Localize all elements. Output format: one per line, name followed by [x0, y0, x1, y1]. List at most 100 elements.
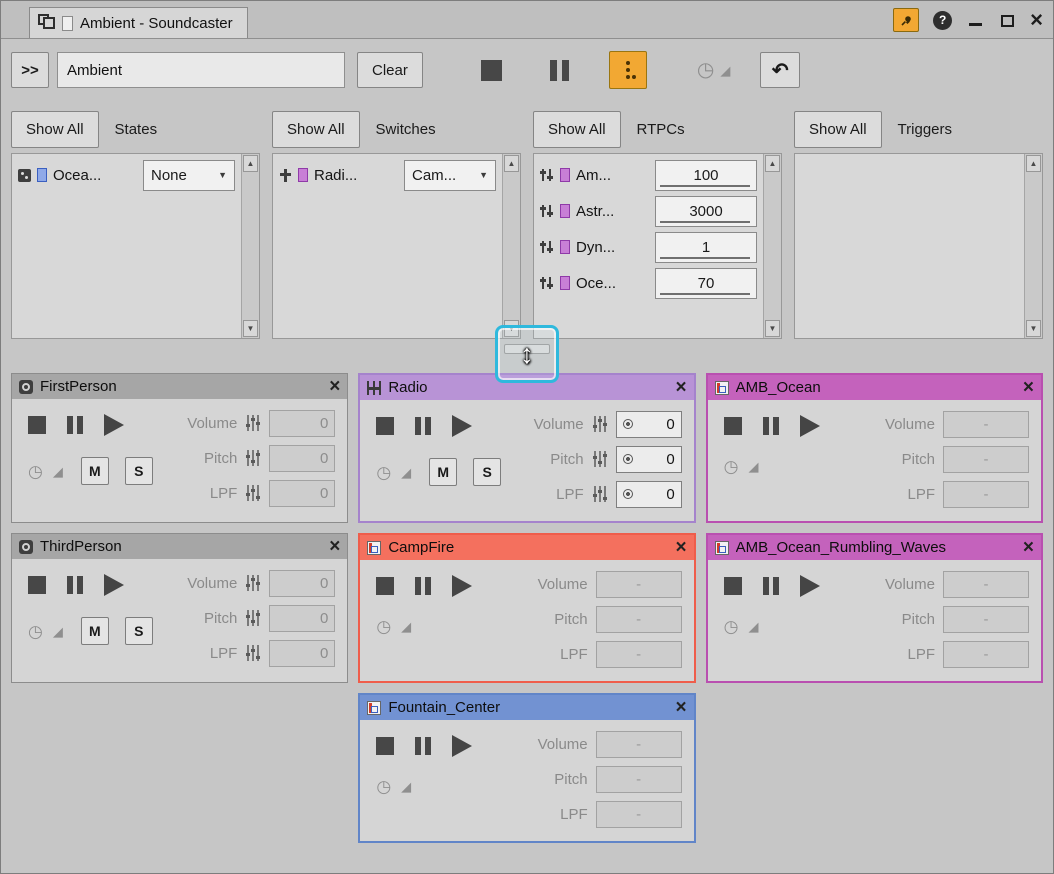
- scroll-up-button[interactable]: ▲: [765, 155, 780, 172]
- maximize-button[interactable]: [998, 11, 1016, 29]
- param-value-box[interactable]: -: [943, 446, 1029, 473]
- scroll-up-button[interactable]: ▲: [243, 155, 258, 172]
- param-value-box[interactable]: 0: [269, 445, 335, 472]
- play-button[interactable]: [800, 575, 820, 597]
- param-value-box[interactable]: 0: [269, 605, 335, 632]
- fader-icon[interactable]: [592, 414, 608, 434]
- param-value-box[interactable]: -: [596, 801, 682, 828]
- states-scrollbar[interactable]: ▲ ▼: [241, 154, 259, 338]
- fader-icon[interactable]: [245, 448, 261, 468]
- play-button[interactable]: [452, 735, 472, 757]
- param-value-box[interactable]: 0: [616, 411, 682, 438]
- module-header[interactable]: AMB_Ocean ×: [708, 375, 1041, 400]
- stop-button[interactable]: [28, 416, 46, 434]
- param-value-box[interactable]: 0: [616, 481, 682, 508]
- pause-button[interactable]: [67, 576, 83, 594]
- play-button[interactable]: [104, 574, 124, 596]
- play-button[interactable]: [452, 575, 472, 597]
- param-value-box[interactable]: -: [596, 766, 682, 793]
- module-header[interactable]: AMB_Ocean_Rumbling_Waves ×: [708, 535, 1041, 560]
- stop-button[interactable]: [724, 577, 742, 595]
- rtpc-value-slider[interactable]: 3000: [655, 196, 757, 227]
- scroll-down-button[interactable]: ▼: [1026, 320, 1041, 337]
- rtpcs-show-all-button[interactable]: Show All: [533, 111, 621, 148]
- fader-icon[interactable]: [245, 608, 261, 628]
- minimize-button[interactable]: [966, 11, 984, 29]
- fader-icon[interactable]: [245, 643, 261, 663]
- module-header[interactable]: Fountain_Center ×: [360, 695, 693, 720]
- solo-button[interactable]: S: [473, 458, 501, 486]
- state-value-dropdown[interactable]: None ▼: [143, 160, 235, 191]
- clear-button[interactable]: Clear: [357, 52, 423, 88]
- switch-value-dropdown[interactable]: Cam... ▼: [404, 160, 496, 191]
- help-button[interactable]: ?: [933, 11, 952, 30]
- param-value-box[interactable]: 0: [269, 640, 335, 667]
- fader-icon[interactable]: [592, 484, 608, 504]
- fader-icon[interactable]: [245, 573, 261, 593]
- horizontal-splitter[interactable]: ↕: [1, 341, 1053, 367]
- param-value-box[interactable]: -: [943, 606, 1029, 633]
- param-value-box[interactable]: -: [943, 571, 1029, 598]
- stop-button[interactable]: [376, 577, 394, 595]
- mute-button[interactable]: M: [81, 617, 109, 645]
- play-button[interactable]: [104, 414, 124, 436]
- close-module-button[interactable]: ×: [676, 698, 687, 717]
- states-show-all-button[interactable]: Show All: [11, 111, 99, 148]
- options-toggle-button[interactable]: [609, 51, 647, 89]
- pause-button[interactable]: [415, 577, 431, 595]
- module-header[interactable]: ThirdPerson ×: [12, 534, 347, 559]
- pin-button[interactable]: [893, 8, 919, 32]
- fader-icon[interactable]: [245, 413, 261, 433]
- pause-button[interactable]: [763, 577, 779, 595]
- switches-show-all-button[interactable]: Show All: [272, 111, 360, 148]
- pause-button[interactable]: [67, 416, 83, 434]
- module-header[interactable]: FirstPerson ×: [12, 374, 347, 399]
- param-value-box[interactable]: 0: [269, 570, 335, 597]
- play-button[interactable]: [800, 415, 820, 437]
- param-value-box[interactable]: -: [596, 606, 682, 633]
- fader-icon[interactable]: [592, 449, 608, 469]
- param-value-box[interactable]: -: [943, 411, 1029, 438]
- close-module-button[interactable]: ×: [329, 377, 340, 396]
- pause-all-button[interactable]: [541, 51, 579, 89]
- pause-button[interactable]: [763, 417, 779, 435]
- triggers-scrollbar[interactable]: ▲ ▼: [1024, 154, 1042, 338]
- module-header[interactable]: CampFire ×: [360, 535, 693, 560]
- param-value-box[interactable]: -: [596, 641, 682, 668]
- scroll-down-button[interactable]: ▼: [243, 320, 258, 337]
- param-value-box[interactable]: -: [596, 571, 682, 598]
- close-module-button[interactable]: ×: [1023, 378, 1034, 397]
- param-value-box[interactable]: -: [596, 731, 682, 758]
- param-value-box[interactable]: -: [943, 481, 1029, 508]
- play-button[interactable]: [452, 415, 472, 437]
- triggers-show-all-button[interactable]: Show All: [794, 111, 882, 148]
- reset-button[interactable]: ↶: [760, 52, 800, 88]
- close-module-button[interactable]: ×: [1023, 538, 1034, 557]
- scroll-up-button[interactable]: ▲: [1026, 155, 1041, 172]
- scroll-down-button[interactable]: ▼: [765, 320, 780, 337]
- param-value-box[interactable]: 0: [269, 480, 335, 507]
- mute-button[interactable]: M: [429, 458, 457, 486]
- rtpcs-scrollbar[interactable]: ▲ ▼: [763, 154, 781, 338]
- pause-button[interactable]: [415, 737, 431, 755]
- close-module-button[interactable]: ×: [329, 537, 340, 556]
- fader-icon[interactable]: [245, 483, 261, 503]
- param-value-box[interactable]: 0: [616, 446, 682, 473]
- param-value-box[interactable]: 0: [269, 410, 335, 437]
- mute-button[interactable]: M: [81, 457, 109, 485]
- expand-button[interactable]: >>: [11, 52, 49, 88]
- close-window-button[interactable]: ×: [1030, 11, 1043, 29]
- stop-all-button[interactable]: [473, 51, 511, 89]
- window-tab[interactable]: Ambient - Soundcaster: [29, 7, 248, 38]
- close-module-button[interactable]: ×: [676, 538, 687, 557]
- solo-button[interactable]: S: [125, 617, 153, 645]
- scroll-up-button[interactable]: ▲: [504, 155, 519, 172]
- pause-button[interactable]: [415, 417, 431, 435]
- stop-button[interactable]: [724, 417, 742, 435]
- stop-button[interactable]: [376, 737, 394, 755]
- param-value-box[interactable]: -: [943, 641, 1029, 668]
- rtpc-value-slider[interactable]: 70: [655, 268, 757, 299]
- stop-button[interactable]: [376, 417, 394, 435]
- session-name-input[interactable]: [57, 52, 345, 88]
- stop-button[interactable]: [28, 576, 46, 594]
